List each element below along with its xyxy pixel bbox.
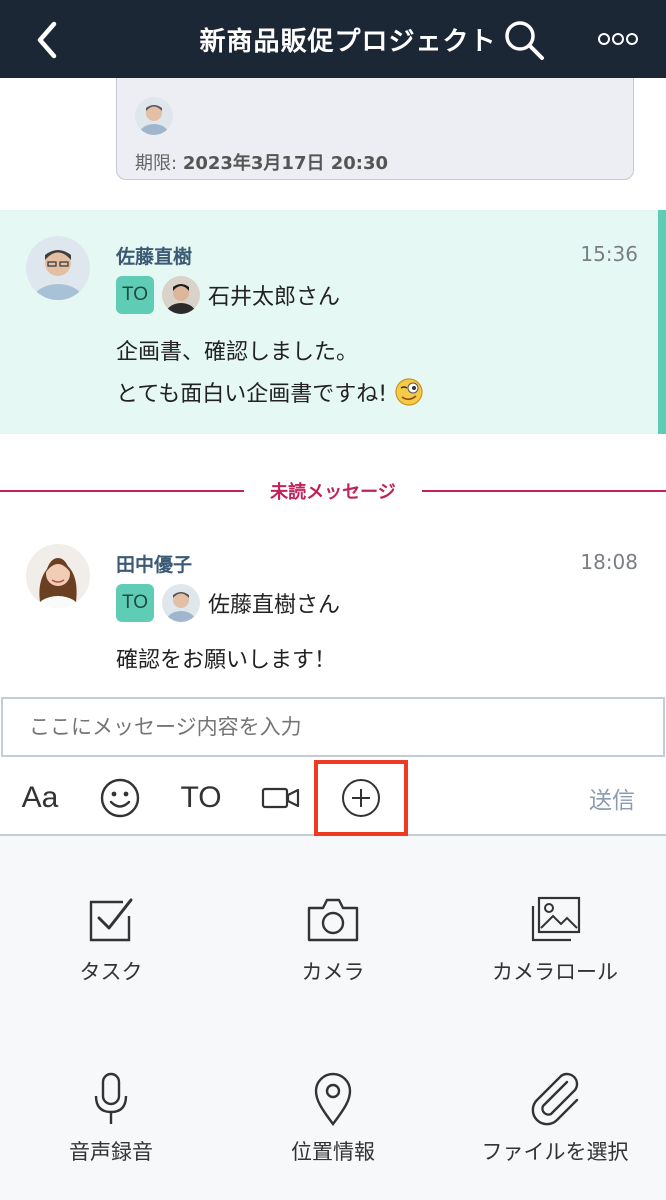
to-badge: TO — [116, 584, 154, 622]
to-badge: TO — [116, 276, 154, 314]
composer-toolbar: Aa TO 送信 — [0, 760, 666, 836]
mention-avatar — [162, 584, 200, 622]
message-input[interactable] — [1, 697, 665, 757]
to-button[interactable]: TO — [176, 760, 226, 836]
attach-menu-button[interactable] — [314, 760, 408, 836]
sender-name: 佐藤直樹 — [116, 246, 193, 268]
to-mention: TO 佐藤直樹さん — [116, 584, 340, 622]
message-item[interactable]: 田中優子 18:08 TO 佐藤直樹さん 確認をお願いします！ — [0, 518, 666, 678]
message-time: 15:36 — [580, 242, 638, 266]
back-button[interactable] — [28, 18, 68, 62]
room-title: 新商品販促プロジェクト — [199, 26, 497, 57]
search-button[interactable] — [500, 16, 548, 64]
deadline-label: 期限: — [135, 153, 178, 174]
more-button[interactable] — [594, 22, 642, 56]
task-deadline: 期限: 2023年3月17日 20:30 — [135, 149, 388, 175]
attach-task[interactable]: タスク — [0, 894, 222, 986]
mention-name: 石井太郎さん — [208, 285, 341, 310]
message-time: 18:08 — [580, 550, 638, 574]
chevron-left-icon — [37, 21, 57, 59]
mention-avatar — [162, 276, 200, 314]
attach-label: 音声録音 — [69, 1140, 153, 1164]
app-header: 新商品販促プロジェクト — [0, 0, 666, 78]
message-text: 確認をお願いします！ — [116, 648, 337, 673]
smiley-icon — [100, 778, 140, 818]
attach-location[interactable]: 位置情報 — [222, 1072, 444, 1166]
emoji-button[interactable] — [96, 760, 144, 836]
sender-name: 田中優子 — [116, 554, 193, 576]
attach-label: カメラロール — [492, 960, 618, 984]
attach-voice-record[interactable]: 音声録音 — [0, 1072, 222, 1166]
message-text: とても面白い企画書ですね! — [116, 376, 424, 408]
message-text: 企画書、確認しました。 — [116, 340, 359, 365]
wink-emoji-icon — [395, 378, 423, 406]
deadline-value: 2023年3月17日 20:30 — [182, 153, 389, 174]
video-camera-icon — [261, 787, 300, 809]
attach-camera[interactable]: カメラ — [222, 894, 444, 986]
unread-divider: 未読メッセージ — [0, 478, 666, 503]
avatar — [26, 544, 90, 608]
camera-icon — [307, 898, 359, 942]
search-icon — [505, 21, 544, 60]
to-mention: TO 石井太郎さん — [116, 276, 340, 314]
paperclip-icon — [531, 1072, 579, 1126]
send-button[interactable]: 送信 — [584, 760, 640, 836]
attach-label: ファイルを選択 — [481, 1140, 629, 1164]
attach-label: タスク — [79, 960, 143, 984]
attach-panel: タスク カメラ カメラロール 音声録音 位置情報 ファイルを選択 — [0, 836, 666, 1200]
message-item[interactable]: 佐藤直樹 15:36 TO 石井太郎さん 企画書、確認しました。 とても面白い企… — [0, 210, 666, 434]
attach-camera-roll[interactable]: カメラロール — [444, 894, 666, 986]
attach-label: 位置情報 — [291, 1140, 375, 1164]
task-card[interactable]: 期限: 2023年3月17日 20:30 — [116, 78, 634, 180]
font-style-button[interactable]: Aa — [14, 760, 66, 836]
unread-line-left — [0, 490, 244, 492]
mention-indicator-bar — [658, 210, 666, 434]
avatar — [26, 236, 90, 300]
unread-label: 未読メッセージ — [270, 482, 396, 503]
mention-name: 佐藤直樹さん — [208, 593, 341, 618]
microphone-icon — [94, 1072, 128, 1124]
attach-label: カメラ — [301, 960, 365, 984]
video-call-button[interactable] — [258, 760, 304, 836]
unread-line-right — [422, 490, 666, 492]
composer — [0, 696, 666, 760]
photos-icon — [531, 896, 581, 942]
plus-circle-icon — [342, 779, 380, 817]
assignee-avatar — [135, 97, 173, 135]
message-text-line: とても面白い企画書ですね! — [116, 382, 388, 407]
location-pin-icon — [314, 1072, 352, 1126]
chat-timeline[interactable]: 期限: 2023年3月17日 20:30 佐藤直樹 15:36 TO 石井太郎さ… — [0, 78, 666, 696]
attach-file[interactable]: ファイルを選択 — [444, 1072, 666, 1166]
task-check-icon — [89, 898, 133, 942]
more-dots-icon — [598, 33, 638, 45]
